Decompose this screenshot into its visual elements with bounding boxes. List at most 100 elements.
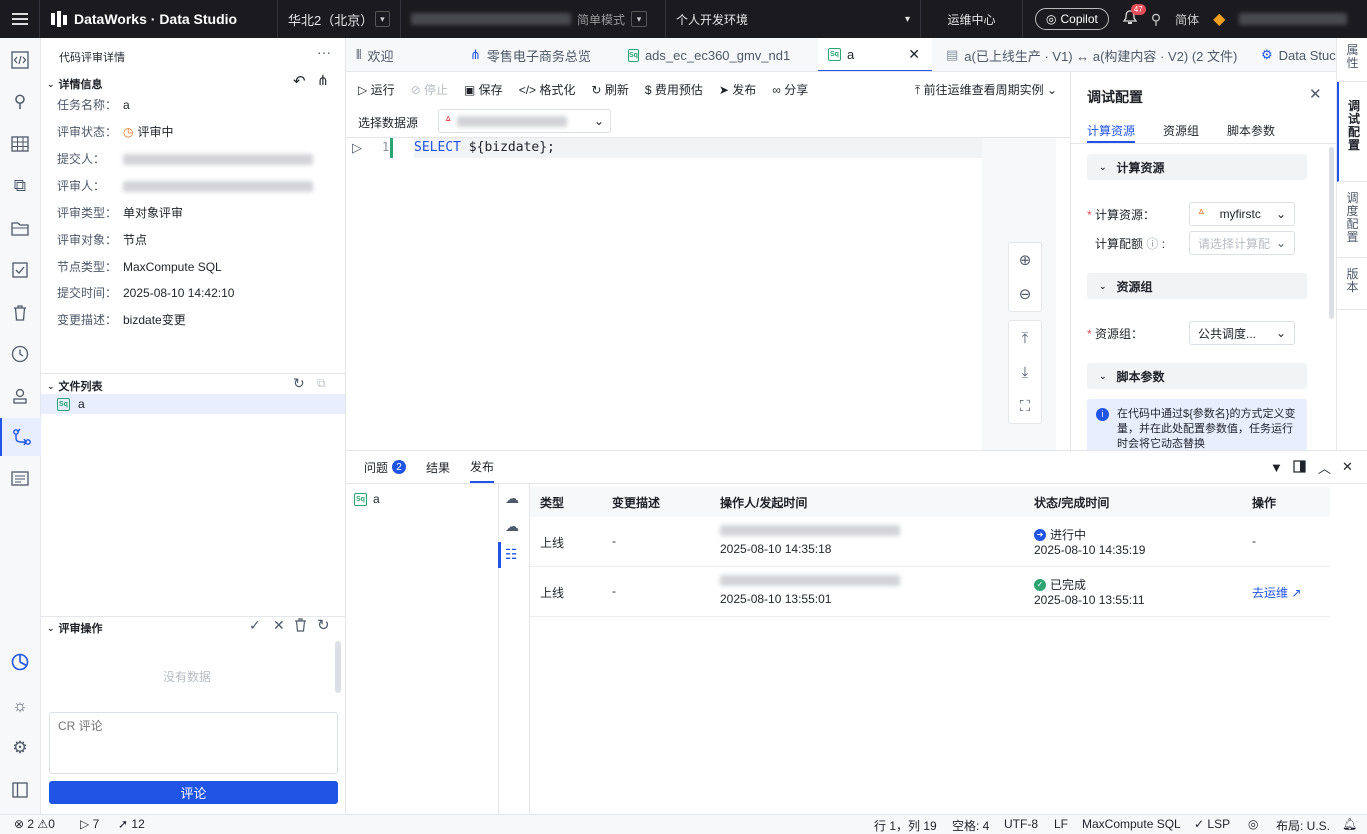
tab-issues[interactable]: 问题 2 [364,451,407,483]
more-icon[interactable]: ··· [317,44,331,60]
share-icon[interactable]: ⋔ [317,72,329,89]
tab-publish[interactable]: 发布 [470,451,495,483]
comment-input[interactable] [49,712,338,774]
theme-sun-icon[interactable]: ☼ [8,694,32,718]
refresh-icon[interactable]: ↻ [317,616,330,634]
format-button[interactable]: </> 格式化 [519,81,576,98]
cloud-upload-icon[interactable]: ☁ [505,490,519,507]
resource-group-select[interactable]: 公共调度... ⌄ [1189,321,1295,345]
region-select[interactable]: 华北2（北京） ▾ [278,0,401,38]
indent-setting[interactable]: 空格: 4 [952,817,989,834]
ops-center-link[interactable]: 运维中心 [921,0,1023,38]
code-line[interactable]: SELECT ${bizdate}; [414,138,982,158]
cloud-download-icon[interactable]: ☁ [505,518,519,535]
puzzle-icon[interactable]: ⧉ [8,174,32,198]
scrollbar[interactable] [1329,147,1334,319]
group-resource-header[interactable]: ⌄ 资源组 [1087,273,1307,299]
search-icon[interactable]: ⚲ [1151,11,1161,28]
share-button[interactable]: ∞ 分享 [772,81,808,98]
copy-icon[interactable]: ⧉ [317,376,326,391]
approve-check-icon[interactable]: ✓ [249,617,261,634]
refresh-button[interactable]: ↻ 刷新 [591,81,628,98]
side-tab-schedule[interactable]: 调度配置 [1337,182,1367,258]
tab-welcome[interactable]: ⫴ 欢迎 [346,38,456,71]
tab-compute[interactable]: 计算资源 [1087,122,1135,139]
line-ending[interactable]: LF [1054,817,1068,831]
trash-icon[interactable] [294,618,307,635]
stop-button[interactable]: ⊘ 停止 [411,81,448,98]
run-line-icon[interactable]: ▷ [352,140,362,156]
chevron-up-icon[interactable]: ︿ [1318,458,1331,477]
code-review-icon[interactable] [0,418,41,456]
tab-ads-gmv[interactable]: Sq ads_ec_ec360_gmv_nd1 [618,38,798,71]
workspace-select[interactable]: 简单模式 ▾ [401,0,666,38]
run-button[interactable]: ▷ 运行 [358,81,395,98]
language-mode[interactable]: MaxCompute SQL [1082,817,1181,831]
language-switch[interactable]: 简体 [1175,11,1199,28]
env-select[interactable]: 个人开发环境 ▾ [666,0,921,38]
side-tab-version[interactable]: 版本 [1337,258,1367,310]
code-icon[interactable] [8,48,32,72]
close-icon[interactable]: ✕ [908,46,920,63]
tab-a[interactable]: Sq a ✕ [818,38,932,71]
publish-file-item[interactable]: Sq a [354,492,380,506]
data-search-icon[interactable]: ⚲ [8,90,32,114]
tab-results[interactable]: 结果 [426,451,450,483]
menu-icon[interactable] [0,0,40,38]
runs-indicator[interactable]: ▷ 7 [80,817,99,831]
copilot-status-icon[interactable]: ◎ [1248,817,1258,831]
publish-indicator[interactable]: ➚ 12 [118,817,145,831]
tab-retail-overview[interactable]: ⋔ 零售电子商务总览 [460,38,610,71]
lsp-status[interactable]: ✓ LSP [1194,817,1230,831]
tab-resource-group[interactable]: 资源组 [1163,122,1199,139]
compute-quota-select[interactable]: 请选择计算配 ⌄ [1189,231,1295,255]
document-list-icon[interactable] [8,466,32,490]
trash-icon[interactable] [8,300,32,324]
zoom-in-icon[interactable]: ⊕ [1009,243,1041,277]
save-button[interactable]: ▣ 保存 [464,81,503,98]
compute-resource-select[interactable]: ᐞ myfirstc ⌄ [1189,202,1295,226]
list-icon[interactable]: ☷ [505,546,518,563]
scroll-top-icon[interactable]: ⤒ [1009,321,1041,355]
comment-button[interactable]: 评论 [49,781,338,804]
filter-icon[interactable]: ▼ [1270,460,1283,475]
problems-indicator[interactable]: ⊗ 2 ⚠0 [14,817,55,831]
bell-icon[interactable]: 47 [1122,3,1146,29]
group-params-header[interactable]: ⌄ 脚本参数 [1087,363,1307,389]
tab-script-params[interactable]: 脚本参数 [1227,122,1275,139]
folder-icon[interactable] [8,216,32,240]
side-tab-properties[interactable]: 属性 [1337,38,1367,82]
datasource-select[interactable]: ᐞ ⌄ [438,109,611,133]
cursor-position[interactable]: 行 1，列 19 [874,817,937,834]
gear-icon[interactable]: ⚙ [8,736,32,760]
details-section-header[interactable]: ⌄ 详情信息 [47,76,103,92]
group-compute-header[interactable]: ⌄ 计算资源 [1087,154,1307,180]
split-panel-icon[interactable] [1293,460,1306,476]
code-editor[interactable]: ▷ 1 SELECT ${bizdate}; ⊕ ⊖ ⤒ ⤓ ⛶ [346,138,1056,450]
publish-button[interactable]: ➤ 发布 [719,81,756,98]
scrollbar[interactable] [335,641,341,693]
table-icon[interactable] [8,132,32,156]
fit-screen-icon[interactable]: ⛶ [1009,389,1041,423]
sidebar-toggle-icon[interactable] [8,778,32,802]
goto-ops-link[interactable]: 去运维 ↗ [1252,584,1301,601]
scroll-bottom-icon[interactable]: ⤓ [1009,355,1041,389]
reject-close-icon[interactable]: ✕ [273,617,285,634]
refresh-icon[interactable]: ↻ [293,375,305,392]
clock-icon[interactable] [8,342,32,366]
close-icon[interactable]: ✕ [1342,459,1353,475]
keyboard-layout[interactable]: 布局: U.S. [1276,817,1330,834]
checklist-icon[interactable] [8,258,32,282]
brand[interactable]: DataWorks · Data Studio [40,0,278,38]
close-icon[interactable]: ✕ [1309,85,1322,103]
side-tab-debug[interactable]: 调试配置 [1337,82,1367,182]
bell-icon[interactable]: 🔔︎ [1342,817,1357,831]
cost-estimate-button[interactable]: $ 费用预估 [645,81,703,98]
encoding[interactable]: UTF-8 [1004,817,1038,831]
chart-pie-icon[interactable] [8,650,32,674]
user-account-blurred[interactable] [1239,13,1348,25]
copilot-button[interactable]: ◎ Copilot [1035,8,1109,30]
undo-icon[interactable]: ↶ [293,72,306,90]
zoom-out-icon[interactable]: ⊖ [1009,277,1041,311]
files-section-header[interactable]: ⌄ 文件列表 [47,378,103,394]
